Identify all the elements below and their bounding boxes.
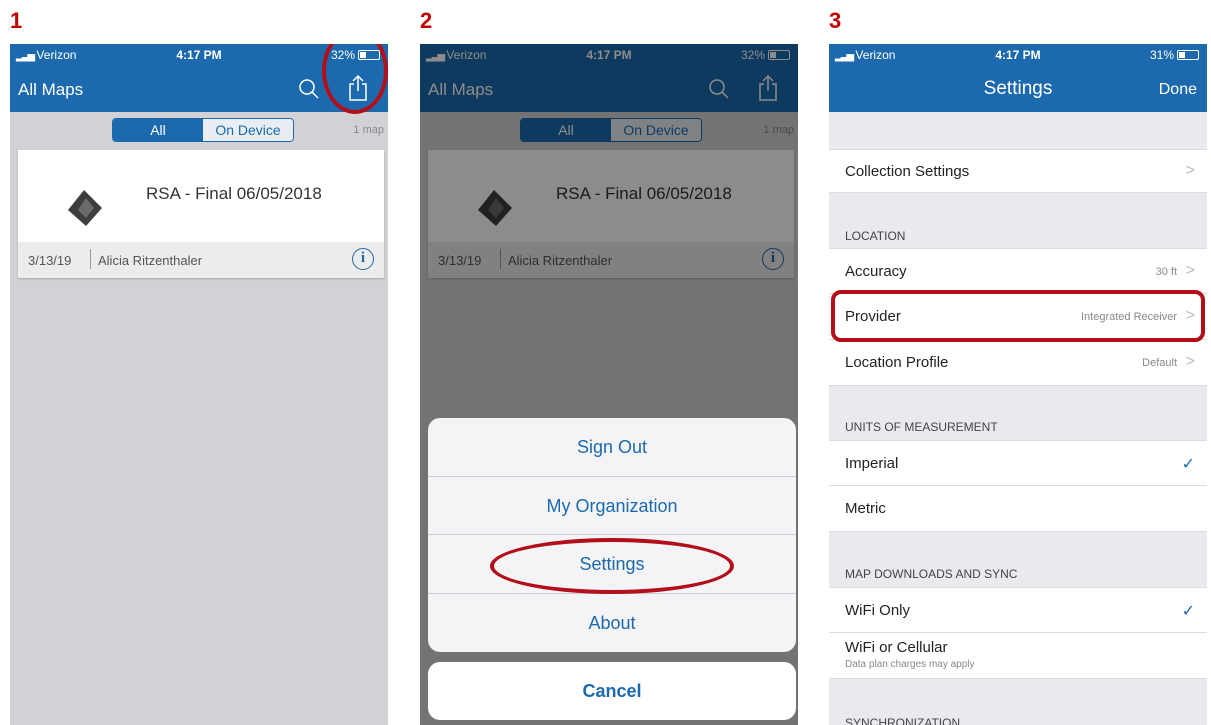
accuracy-row[interactable]: Accuracy 30 ft >	[829, 248, 1207, 294]
step-number-3: 3	[829, 8, 842, 33]
chevron-right-icon: >	[1185, 353, 1195, 370]
collection-settings-row[interactable]: Collection Settings >	[829, 149, 1207, 193]
map-count: 1 map	[353, 124, 384, 136]
about-button[interactable]: About	[428, 594, 796, 653]
sign-out-button[interactable]: Sign Out	[428, 418, 796, 477]
map-name: RSA - Final 06/05/2018	[146, 184, 322, 203]
row-label: Collection Settings	[845, 163, 970, 180]
row-value: 30 ft	[1155, 266, 1177, 278]
imperial-row[interactable]: Imperial ✓	[829, 440, 1207, 486]
row-value: Default	[1142, 357, 1177, 369]
metric-row[interactable]: Metric	[829, 486, 1207, 532]
settings-list: Collection Settings > LOCATION Accuracy …	[829, 112, 1207, 725]
nav-title: All Maps	[18, 80, 84, 99]
done-button[interactable]: Done	[1159, 81, 1197, 99]
battery-icon	[1177, 50, 1199, 60]
highlight-circle-settings	[490, 538, 734, 594]
step-number-2: 2	[420, 8, 433, 33]
map-card-footer: 3/13/19 Alicia Ritzenthaler i	[18, 242, 384, 278]
cancel-button[interactable]: Cancel	[428, 662, 796, 720]
segment-on-device[interactable]: On Device	[203, 119, 293, 141]
map-date: 3/13/19	[28, 253, 72, 268]
row-label: Location Profile	[845, 354, 949, 371]
row-label: Imperial	[845, 455, 899, 472]
divider	[90, 249, 91, 269]
info-icon[interactable]: i	[352, 248, 374, 270]
map-card[interactable]: RSA - Final 06/05/2018 3/13/19 Alicia Ri…	[18, 150, 384, 278]
checkmark-icon: ✓	[1181, 603, 1195, 620]
section-header-units: UNITS OF MEASUREMENT	[845, 420, 998, 434]
search-icon[interactable]	[298, 78, 320, 100]
nav-title: Settings	[983, 78, 1053, 99]
filter-segmented-control[interactable]: All On Device	[112, 118, 294, 142]
screenshot-all-maps: All Maps ▂▃▅ Verizon 4:17 PM 32% All On …	[10, 44, 388, 725]
row-label: WiFi or Cellular	[845, 639, 948, 656]
segment-all[interactable]: All	[113, 119, 203, 141]
chevron-right-icon: >	[1185, 262, 1195, 279]
section-header-location: LOCATION	[845, 229, 906, 243]
map-author: Alicia Ritzenthaler	[98, 253, 203, 268]
map-thumbnail	[68, 190, 102, 226]
battery-percent: 31%	[1149, 48, 1174, 62]
section-header-downloads: MAP DOWNLOADS AND SYNC	[845, 567, 1018, 581]
row-label: Accuracy	[845, 263, 907, 280]
action-sheet: Sign Out My Organization Settings About	[428, 418, 796, 652]
section-header-sync: SYNCHRONIZATION	[845, 716, 961, 725]
screenshot-action-sheet: All Maps ▂▃▅ Verizon 4:17 PM 32% All On …	[420, 44, 798, 725]
chevron-right-icon: >	[1185, 162, 1195, 179]
screenshot-settings: Settings Done ▂▃▅ Verizon 4:17 PM 31% Co…	[829, 44, 1207, 725]
row-label: Metric	[845, 500, 886, 517]
checkmark-icon: ✓	[1181, 456, 1195, 473]
row-sublabel: Data plan charges may apply	[845, 659, 975, 670]
status-bar: ▂▃▅ Verizon 4:17 PM 31%	[829, 44, 1207, 66]
wifi-cellular-row[interactable]: WiFi or Cellular Data plan charges may a…	[829, 633, 1207, 679]
row-label: WiFi Only	[845, 602, 910, 619]
highlight-box-provider	[831, 290, 1205, 342]
step-number-1: 1	[10, 8, 23, 33]
location-profile-row[interactable]: Location Profile Default >	[829, 340, 1207, 386]
my-organization-button[interactable]: My Organization	[428, 477, 796, 535]
wifi-only-row[interactable]: WiFi Only ✓	[829, 587, 1207, 633]
